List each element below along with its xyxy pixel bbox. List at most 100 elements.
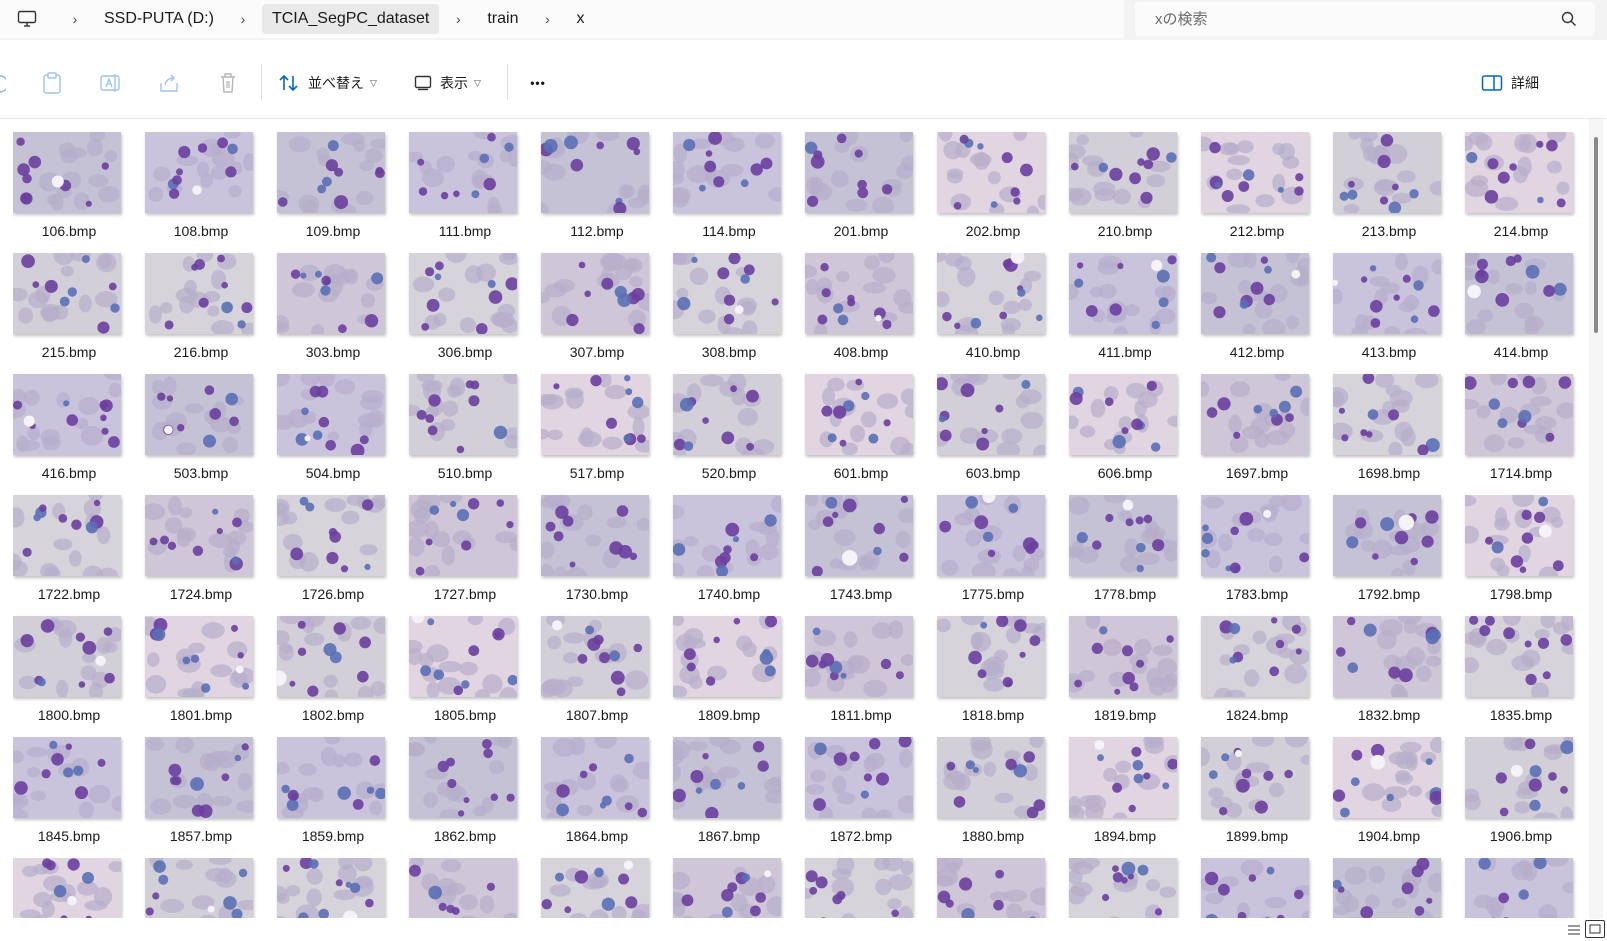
address-bar[interactable]: › SSD-PUTA (D:) › TCIA_SegPC_dataset › t… bbox=[0, 0, 1124, 38]
file-item[interactable]: 216.bmp bbox=[145, 253, 277, 374]
image-thumbnail[interactable] bbox=[805, 616, 913, 697]
file-item[interactable]: 1872.bmp bbox=[805, 737, 937, 858]
file-item[interactable]: 214.bmp bbox=[1465, 132, 1589, 253]
file-item[interactable]: 1811.bmp bbox=[805, 616, 937, 737]
image-thumbnail[interactable] bbox=[937, 737, 1045, 818]
file-item[interactable]: 601.bmp bbox=[805, 374, 937, 495]
file-item[interactable]: 1867.bmp bbox=[673, 737, 805, 858]
file-item[interactable]: 510.bmp bbox=[409, 374, 541, 495]
file-item[interactable]: 1824.bmp bbox=[1201, 616, 1333, 737]
file-item[interactable]: 212.bmp bbox=[1201, 132, 1333, 253]
image-thumbnail[interactable] bbox=[673, 374, 781, 455]
chevron-right-icon[interactable]: › bbox=[542, 11, 552, 27]
details-view-icon[interactable] bbox=[1565, 922, 1583, 938]
file-item[interactable]: 603.bmp bbox=[937, 374, 1069, 495]
file-item[interactable] bbox=[541, 858, 673, 918]
file-item[interactable] bbox=[1069, 858, 1201, 918]
breadcrumb-dataset[interactable]: TCIA_SegPC_dataset bbox=[261, 4, 440, 34]
image-thumbnail[interactable] bbox=[1069, 495, 1177, 576]
file-item[interactable] bbox=[409, 858, 541, 918]
file-item[interactable]: 1809.bmp bbox=[673, 616, 805, 737]
image-thumbnail[interactable] bbox=[1069, 858, 1177, 918]
file-item[interactable]: 1859.bmp bbox=[277, 737, 409, 858]
file-item[interactable]: 213.bmp bbox=[1333, 132, 1465, 253]
image-thumbnail[interactable] bbox=[409, 858, 517, 918]
cut-icon[interactable] bbox=[0, 70, 6, 98]
rename-icon[interactable] bbox=[98, 68, 122, 98]
image-thumbnail[interactable] bbox=[145, 253, 253, 334]
image-thumbnail[interactable] bbox=[277, 253, 385, 334]
file-item[interactable]: 1697.bmp bbox=[1201, 374, 1333, 495]
image-thumbnail[interactable] bbox=[145, 132, 253, 213]
file-item[interactable]: 108.bmp bbox=[145, 132, 277, 253]
image-thumbnail[interactable] bbox=[1333, 616, 1441, 697]
delete-icon[interactable] bbox=[216, 68, 240, 98]
file-item[interactable]: 1727.bmp bbox=[409, 495, 541, 616]
file-item[interactable]: 1698.bmp bbox=[1333, 374, 1465, 495]
file-item[interactable]: 114.bmp bbox=[673, 132, 805, 253]
file-item[interactable]: 1807.bmp bbox=[541, 616, 673, 737]
image-thumbnail[interactable] bbox=[1333, 737, 1441, 818]
image-thumbnail[interactable] bbox=[1465, 374, 1573, 455]
image-thumbnail[interactable] bbox=[673, 253, 781, 334]
file-item[interactable]: 1801.bmp bbox=[145, 616, 277, 737]
image-thumbnail[interactable] bbox=[277, 374, 385, 455]
image-thumbnail[interactable] bbox=[1201, 616, 1309, 697]
image-thumbnail[interactable] bbox=[409, 374, 517, 455]
file-item[interactable]: 1724.bmp bbox=[145, 495, 277, 616]
image-thumbnail[interactable] bbox=[541, 374, 649, 455]
file-item[interactable] bbox=[1333, 858, 1465, 918]
file-item[interactable]: 1845.bmp bbox=[13, 737, 145, 858]
file-item[interactable]: 1726.bmp bbox=[277, 495, 409, 616]
image-thumbnail[interactable] bbox=[1201, 858, 1309, 918]
image-thumbnail[interactable] bbox=[1333, 858, 1441, 918]
vertical-scrollbar[interactable] bbox=[1589, 119, 1603, 919]
image-thumbnail[interactable] bbox=[145, 616, 253, 697]
image-thumbnail[interactable] bbox=[1069, 253, 1177, 334]
file-item[interactable]: 1862.bmp bbox=[409, 737, 541, 858]
file-item[interactable] bbox=[1465, 858, 1589, 918]
file-item[interactable]: 413.bmp bbox=[1333, 253, 1465, 374]
file-item[interactable]: 202.bmp bbox=[937, 132, 1069, 253]
image-thumbnail[interactable] bbox=[1069, 737, 1177, 818]
file-item[interactable]: 106.bmp bbox=[13, 132, 145, 253]
image-thumbnail[interactable] bbox=[1333, 495, 1441, 576]
image-thumbnail[interactable] bbox=[145, 858, 253, 918]
file-item[interactable]: 1857.bmp bbox=[145, 737, 277, 858]
file-item[interactable]: 1904.bmp bbox=[1333, 737, 1465, 858]
file-item[interactable]: 308.bmp bbox=[673, 253, 805, 374]
file-item[interactable] bbox=[13, 858, 145, 918]
image-thumbnail[interactable] bbox=[1465, 495, 1573, 576]
file-item[interactable]: 1835.bmp bbox=[1465, 616, 1589, 737]
file-item[interactable] bbox=[937, 858, 1069, 918]
large-icons-view-icon[interactable] bbox=[1585, 920, 1605, 938]
chevron-right-icon[interactable]: › bbox=[70, 11, 80, 27]
view-button[interactable]: 表示 ▽ bbox=[414, 68, 481, 98]
image-thumbnail[interactable] bbox=[409, 495, 517, 576]
image-thumbnail[interactable] bbox=[13, 374, 121, 455]
scrollbar-thumb[interactable] bbox=[1594, 137, 1598, 333]
image-thumbnail[interactable] bbox=[13, 737, 121, 818]
image-thumbnail[interactable] bbox=[1069, 132, 1177, 213]
image-thumbnail[interactable] bbox=[673, 858, 781, 918]
image-thumbnail[interactable] bbox=[1465, 616, 1573, 697]
file-item[interactable]: 408.bmp bbox=[805, 253, 937, 374]
breadcrumb-train[interactable]: train bbox=[477, 4, 528, 34]
file-item[interactable]: 1740.bmp bbox=[673, 495, 805, 616]
file-item[interactable]: 1775.bmp bbox=[937, 495, 1069, 616]
file-item[interactable]: 1864.bmp bbox=[541, 737, 673, 858]
file-item[interactable]: 201.bmp bbox=[805, 132, 937, 253]
file-item[interactable]: 1906.bmp bbox=[1465, 737, 1589, 858]
file-item[interactable]: 303.bmp bbox=[277, 253, 409, 374]
file-item[interactable]: 1730.bmp bbox=[541, 495, 673, 616]
image-thumbnail[interactable] bbox=[541, 858, 649, 918]
file-item[interactable]: 1798.bmp bbox=[1465, 495, 1589, 616]
file-item[interactable]: 503.bmp bbox=[145, 374, 277, 495]
image-thumbnail[interactable] bbox=[805, 495, 913, 576]
file-item[interactable]: 1743.bmp bbox=[805, 495, 937, 616]
file-item[interactable]: 112.bmp bbox=[541, 132, 673, 253]
image-thumbnail[interactable] bbox=[541, 132, 649, 213]
file-item[interactable]: 307.bmp bbox=[541, 253, 673, 374]
image-thumbnail[interactable] bbox=[673, 616, 781, 697]
image-thumbnail[interactable] bbox=[1333, 374, 1441, 455]
